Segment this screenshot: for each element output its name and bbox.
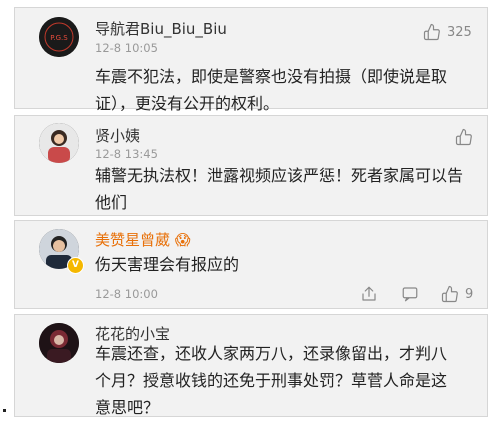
comment-text: 车震还查，还收人家两万八，还录像留出，才判八 个月？授意收钱的还免于刑事处罚？草… — [95, 344, 448, 417]
user-avatar-icon — [39, 123, 79, 163]
thumbs-up-icon — [455, 128, 473, 146]
username[interactable]: 美赞星曾葳 😱 — [95, 229, 190, 250]
timestamp: 12-8 13:45 — [95, 147, 158, 161]
comment-icon[interactable] — [401, 285, 419, 303]
username-emoji: 😱 — [174, 231, 191, 249]
timestamp: 12-8 10:05 — [95, 41, 158, 55]
stray-mark — [3, 409, 6, 412]
like-button[interactable]: 325 — [423, 23, 472, 41]
username[interactable]: 贤小姨 — [95, 125, 140, 146]
timestamp: 12-8 10:00 — [95, 287, 158, 301]
comment-card-4: 花花的小宝 车震还查，还收人家两万八，还录像留出，才判八 个月？授意收钱的还免于… — [14, 314, 488, 417]
thumbs-up-icon — [441, 285, 459, 303]
username[interactable]: 导航君Biu_Biu_Biu — [95, 18, 227, 39]
pgs-logo-icon: P.G.S — [39, 17, 79, 57]
comment-text: 辅警无执法权！泄露视频应该严惩！死者家属可以告 他们 — [95, 166, 464, 212]
avatar[interactable] — [39, 323, 79, 363]
comment-card-1: P.G.S 导航君Biu_Biu_Biu 12-8 10:05 325 车震不犯… — [14, 7, 488, 113]
verified-badge-icon: V — [67, 257, 84, 274]
like-button[interactable] — [455, 128, 473, 146]
comment-text: 车震不犯法，即使是警察也没有拍摄（即使说是取 证），更没有公开的权利。 — [95, 67, 448, 113]
comment-text: 伤天害理会有报应的 — [95, 255, 240, 274]
like-count: 325 — [447, 24, 472, 40]
avatar[interactable]: P.G.S — [39, 17, 79, 57]
like-button[interactable]: 9 — [441, 285, 473, 303]
svg-text:P.G.S: P.G.S — [50, 34, 68, 42]
like-count: 9 — [465, 286, 474, 302]
thumbs-up-icon — [423, 23, 441, 41]
share-icon[interactable] — [360, 285, 378, 303]
avatar[interactable] — [39, 123, 79, 163]
comment-card-3: V 美赞星曾葳 😱 伤天害理会有报应的 12-8 10:00 9 — [14, 220, 488, 309]
user-avatar-icon — [39, 323, 79, 363]
comment-card-2: 贤小姨 12-8 13:45 辅警无执法权！泄露视频应该严惩！死者家属可以告 他… — [14, 115, 488, 216]
